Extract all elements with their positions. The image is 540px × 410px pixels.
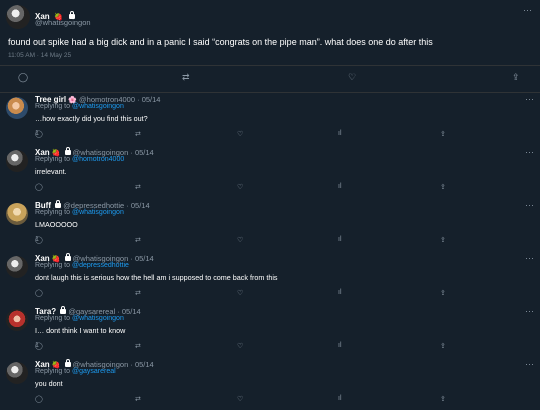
reply-tweet[interactable]: Xan 🍓 @whatisgoingon · 05/14 Replying to… — [0, 145, 540, 198]
share-icon[interactable]: ⇪ — [440, 289, 446, 297]
reply-tweet[interactable]: Xan 🍓 @whatisgoingon · 05/14 Replying to… — [0, 357, 540, 410]
like-icon[interactable]: ♡ — [348, 72, 356, 83]
reply-avatar[interactable] — [6, 362, 28, 384]
reply-avatar[interactable] — [6, 309, 28, 331]
lock-icon — [60, 306, 67, 314]
reply-tweet[interactable]: Tree girl 🌸 @homotron4000 · 05/14 Replyi… — [0, 92, 540, 145]
reply-tweet[interactable]: Xan 🍓 @whatisgoingon · 05/14 Replying to… — [0, 251, 540, 304]
share-icon[interactable]: ⇪ — [440, 183, 446, 191]
retweet-icon[interactable]: ⇄ — [135, 342, 141, 350]
author-handle[interactable]: @whatisgoingon — [35, 18, 91, 27]
tweet-text: found out spike had a big dick and in a … — [8, 37, 433, 47]
reply-text: I… dont think I want to know — [35, 326, 126, 335]
reply-date[interactable]: 05/14 — [135, 148, 154, 157]
more-options-icon[interactable]: ··· — [525, 253, 534, 263]
reply-text: …how exactly did you find this out? — [35, 114, 148, 123]
stats-icon[interactable]: ıl — [338, 236, 342, 243]
retweet-icon[interactable]: ⇄ — [135, 236, 141, 244]
reply-actions: ◯ ⇄ ♡ ıl ⇪ — [35, 183, 465, 193]
reply-count: 1 — [35, 130, 39, 137]
main-tweet[interactable]: Xan 🍓 @whatisgoingon ··· found out spike… — [0, 0, 540, 93]
reply-text: irrelevant. — [35, 167, 67, 176]
reply-avatar[interactable] — [6, 150, 28, 172]
replying-to-mention[interactable]: @depressedhottie — [72, 262, 129, 269]
replying-to: Replying to @whatisgoingon — [35, 315, 124, 322]
stats-icon[interactable]: ıl — [338, 183, 342, 190]
like-icon[interactable]: ♡ — [237, 289, 243, 297]
more-options-icon[interactable]: ··· — [523, 5, 532, 15]
reply-actions: ◯ 1 ⇄ ♡ ıl ⇪ — [35, 236, 446, 244]
retweet-icon[interactable]: ⇄ — [135, 289, 141, 297]
lock-icon — [64, 359, 71, 367]
retweet-icon[interactable]: ⇄ — [135, 130, 141, 138]
tweet-timestamp[interactable]: 11:05 AM · 14 May 25 — [8, 52, 71, 59]
reply-date[interactable]: 05/14 — [131, 201, 150, 210]
share-icon[interactable]: ⇪ — [440, 236, 446, 244]
reply-text: LMAOOOOO — [35, 220, 78, 229]
replying-to-mention[interactable]: @whatisgoingon — [72, 209, 124, 216]
share-icon[interactable]: ⇪ — [512, 72, 520, 83]
more-options-icon[interactable]: ··· — [525, 306, 534, 316]
more-options-icon[interactable]: ··· — [525, 359, 534, 369]
lock-icon — [64, 253, 71, 261]
reply-date[interactable]: 05/14 — [142, 95, 161, 104]
retweet-icon[interactable]: ⇄ — [135, 395, 141, 403]
reply-icon[interactable]: ◯ — [18, 72, 28, 83]
share-icon[interactable]: ⇪ — [440, 395, 446, 403]
reply-date[interactable]: 05/14 — [135, 254, 154, 263]
stats-icon[interactable]: ıl — [338, 342, 342, 349]
reply-icon[interactable]: ◯ — [35, 183, 43, 191]
stats-icon[interactable]: ıl — [338, 130, 342, 137]
like-icon[interactable]: ♡ — [237, 342, 243, 350]
replying-to-mention[interactable]: @whatisgoingon — [72, 315, 124, 322]
like-icon[interactable]: ♡ — [237, 130, 243, 138]
reply-text: you dont — [35, 379, 63, 388]
more-options-icon[interactable]: ··· — [525, 200, 534, 210]
reply-date[interactable]: 05/14 — [122, 307, 141, 316]
like-icon[interactable]: ♡ — [237, 395, 243, 403]
replying-to-mention[interactable]: @whatisgoingon — [72, 103, 124, 110]
replying-to: Replying to @whatisgoingon — [35, 103, 124, 110]
reply-actions: ◯ 1 ⇄ ♡ ıl ⇪ — [35, 342, 446, 350]
share-icon[interactable]: ⇪ — [440, 130, 446, 138]
tweet-thread: Xan 🍓 @whatisgoingon ··· found out spike… — [0, 0, 540, 410]
reply-avatar[interactable] — [6, 97, 28, 119]
reply-count: 1 — [35, 342, 39, 349]
retweet-icon[interactable]: ⇄ — [182, 72, 190, 83]
lock-icon — [64, 147, 71, 155]
reply-text: dont laugh this is serious how the hell … — [35, 273, 278, 282]
reply-icon[interactable]: ◯ — [35, 395, 43, 403]
share-icon[interactable]: ⇪ — [440, 342, 446, 350]
like-icon[interactable]: ♡ — [237, 183, 243, 191]
like-icon[interactable]: ♡ — [237, 236, 243, 244]
reply-count: 1 — [35, 236, 39, 243]
reply-actions: ◯ ⇄ ♡ ıl ⇪ — [35, 289, 465, 299]
replying-to-mention[interactable]: @homotron4000 — [72, 156, 124, 163]
replying-to: Replying to @whatisgoingon — [35, 209, 124, 216]
more-options-icon[interactable]: ··· — [525, 147, 534, 157]
replying-to-mention[interactable]: @gaysarereal — [72, 368, 116, 375]
reply-tweet[interactable]: Tara? @gaysarereal · 05/14 Replying to @… — [0, 304, 540, 357]
author-avatar[interactable] — [6, 5, 30, 29]
retweet-icon[interactable]: ⇄ — [135, 183, 141, 191]
reply-actions: ◯ ⇄ ♡ ıl ⇪ — [35, 395, 465, 405]
more-options-icon[interactable]: ··· — [525, 94, 534, 104]
stats-icon[interactable]: ıl — [338, 289, 342, 296]
reply-avatar[interactable] — [6, 256, 28, 278]
stats-icon[interactable]: ıl — [338, 395, 342, 402]
lock-icon — [55, 200, 62, 208]
reply-tweet[interactable]: Buff @depressedhottie · 05/14 Replying t… — [0, 198, 540, 251]
reply-actions: ◯ 1 ⇄ ♡ ıl ⇪ — [35, 130, 446, 138]
reply-avatar[interactable] — [6, 203, 28, 225]
replying-to: Replying to @depressedhottie — [35, 262, 129, 269]
reply-date[interactable]: 05/14 — [135, 360, 154, 369]
reply-icon[interactable]: ◯ — [35, 289, 43, 297]
replying-to: Replying to @gaysarereal — [35, 368, 116, 375]
replying-to: Replying to @homotron4000 — [35, 156, 125, 163]
